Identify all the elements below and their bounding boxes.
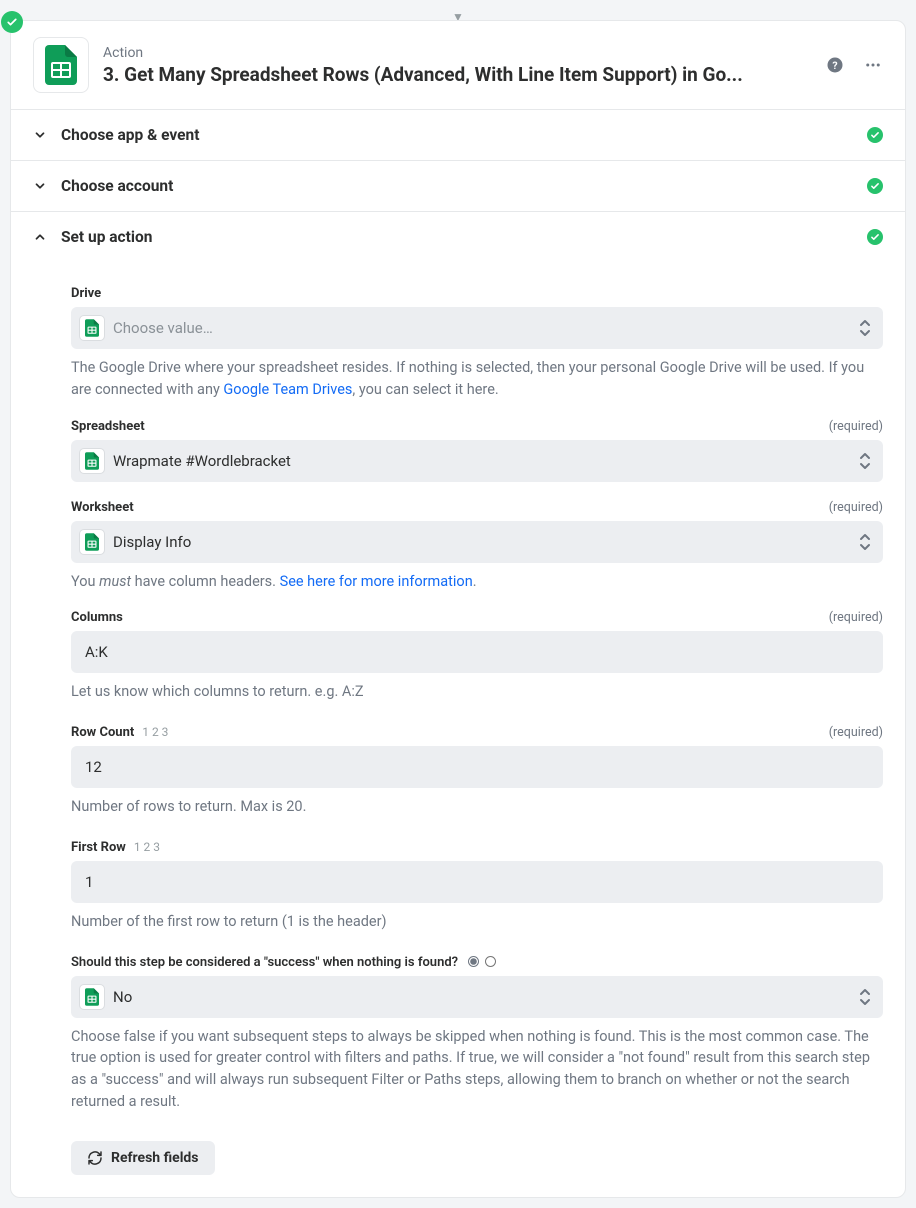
header-overline: Action	[103, 45, 811, 61]
spreadsheet-select[interactable]: Wrapmate #Wordlebracket	[71, 440, 883, 482]
google-sheets-icon	[79, 984, 105, 1010]
select-value: Wrapmate #Wordlebracket	[113, 452, 291, 470]
field-type-hint: 1 2 3	[142, 725, 168, 739]
input-value: 1	[85, 873, 93, 891]
action-card: Action 3. Get Many Spreadsheet Rows (Adv…	[10, 20, 906, 1198]
columns-input[interactable]: A:K	[71, 631, 883, 673]
select-value: No	[113, 988, 132, 1006]
section-label: Set up action	[61, 228, 853, 246]
section-status-complete	[867, 229, 883, 245]
form-body: Drive Choose value… The Google Drive whe…	[11, 262, 905, 1197]
first-row-input[interactable]: 1	[71, 861, 883, 903]
success-radio-yes[interactable]	[468, 956, 479, 967]
check-icon	[870, 232, 880, 242]
field-helper: Number of rows to return. Max is 20.	[71, 796, 883, 818]
input-value: A:K	[85, 643, 108, 661]
more-info-link[interactable]: See here for more information	[280, 573, 473, 590]
sort-icon	[859, 452, 871, 470]
required-tag: (required)	[829, 500, 883, 515]
app-icon	[33, 37, 89, 93]
sort-icon	[859, 533, 871, 551]
field-success-when-empty: Should this step be considered a "succes…	[71, 951, 883, 1113]
section-set-up-action[interactable]: Set up action	[11, 212, 905, 262]
section-label: Choose app & event	[61, 126, 853, 144]
google-sheets-icon	[79, 448, 105, 474]
row-count-input[interactable]: 12	[71, 746, 883, 788]
sort-icon	[859, 988, 871, 1006]
google-sheets-icon	[45, 45, 77, 85]
field-type-hint: 1 2 3	[134, 840, 160, 854]
help-icon: ?	[826, 56, 844, 74]
section-status-complete	[867, 178, 883, 194]
help-button[interactable]: ?	[825, 55, 845, 75]
section-label: Choose account	[61, 177, 853, 195]
field-columns: Columns (required) A:K Let us know which…	[71, 610, 883, 703]
field-label: Drive	[71, 286, 101, 301]
drive-select[interactable]: Choose value…	[71, 307, 883, 349]
check-icon	[870, 181, 880, 191]
field-row-count: Row Count 1 2 3 (required) 12 Number of …	[71, 721, 883, 818]
check-icon	[870, 130, 880, 140]
sort-icon	[859, 319, 871, 337]
field-helper: Let us know which columns to return. e.g…	[71, 681, 883, 703]
google-sheets-icon	[79, 529, 105, 555]
field-spreadsheet: Spreadsheet (required) Wrapmate #Wordleb…	[71, 419, 883, 482]
required-tag: (required)	[829, 419, 883, 434]
svg-text:?: ?	[832, 59, 837, 72]
success-radio-group	[468, 956, 496, 967]
connector-arrow: ▼	[10, 10, 906, 20]
field-label: Columns	[71, 610, 123, 625]
success-radio-no[interactable]	[485, 956, 496, 967]
more-horizontal-icon	[864, 56, 882, 74]
input-value: 12	[85, 758, 102, 776]
worksheet-select[interactable]: Display Info	[71, 521, 883, 563]
field-label: First Row	[71, 840, 126, 855]
required-tag: (required)	[829, 610, 883, 625]
chevron-up-icon	[33, 230, 47, 244]
field-first-row: First Row 1 2 3 1 Number of the first ro…	[71, 836, 883, 933]
field-label: Spreadsheet	[71, 419, 145, 434]
chevron-down-icon	[33, 179, 47, 193]
field-label: Row Count	[71, 725, 134, 740]
header-title: 3. Get Many Spreadsheet Rows (Advanced, …	[103, 63, 811, 86]
field-helper: Choose false if you want subsequent step…	[71, 1026, 883, 1113]
section-choose-account[interactable]: Choose account	[11, 161, 905, 212]
card-header: Action 3. Get Many Spreadsheet Rows (Adv…	[11, 21, 905, 110]
google-team-drives-link[interactable]: Google Team Drives	[223, 381, 352, 398]
required-tag: (required)	[829, 725, 883, 740]
field-drive: Drive Choose value… The Google Drive whe…	[71, 286, 883, 401]
success-select[interactable]: No	[71, 976, 883, 1018]
section-status-complete	[867, 127, 883, 143]
section-choose-app-event[interactable]: Choose app & event	[11, 110, 905, 161]
more-options-button[interactable]	[863, 55, 883, 75]
field-helper: The Google Drive where your spreadsheet …	[71, 357, 883, 401]
select-value: Display Info	[113, 533, 191, 551]
refresh-icon	[87, 1150, 103, 1166]
google-sheets-icon	[79, 315, 105, 341]
refresh-label: Refresh fields	[111, 1150, 199, 1166]
field-label: Should this step be considered a "succes…	[71, 955, 458, 970]
chevron-down-icon	[33, 128, 47, 142]
field-helper: Number of the first row to return (1 is …	[71, 911, 883, 933]
field-label: Worksheet	[71, 500, 134, 515]
select-placeholder: Choose value…	[113, 319, 213, 337]
refresh-fields-button[interactable]: Refresh fields	[71, 1141, 215, 1175]
field-helper: You must have column headers. See here f…	[71, 571, 883, 593]
field-worksheet: Worksheet (required) Display Info You mu…	[71, 500, 883, 593]
